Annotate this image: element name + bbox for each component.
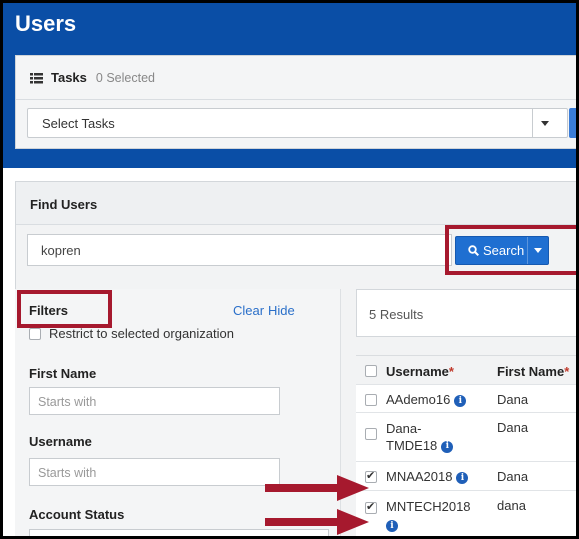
required-mark: * (564, 364, 570, 379)
first-name-input[interactable]: Starts with (29, 387, 280, 415)
table-row[interactable]: MNTECH2018 i dana (356, 492, 576, 536)
first-name-label: First Name (29, 366, 97, 381)
filters-highlight-box (17, 290, 112, 328)
column-header-username-label: Username (386, 364, 449, 379)
column-header-first-name-label: First Name (497, 364, 565, 379)
search-highlight-box (445, 225, 576, 275)
tasks-panel: Tasks 0 Selected Select Tasks (15, 55, 576, 149)
info-icon[interactable]: i (441, 440, 454, 453)
find-users-title: Find Users (16, 182, 576, 225)
column-header-first-name[interactable]: First Name* (497, 364, 569, 379)
arrow-right-icon (265, 509, 369, 535)
chevron-down-icon[interactable] (532, 108, 557, 138)
table-row[interactable]: AAdemo16 i Dana (356, 386, 576, 413)
username-text: Dana- (386, 421, 422, 436)
first-name-cell: Dana (497, 392, 529, 407)
search-input[interactable]: kopren (27, 234, 452, 266)
row-checkbox[interactable] (365, 394, 377, 406)
table-row[interactable]: Dana- TMDE18 i Dana (356, 414, 576, 462)
required-mark: * (448, 364, 454, 379)
info-icon[interactable]: i (456, 471, 469, 484)
tasks-header: Tasks 0 Selected (16, 56, 576, 100)
username-cell[interactable]: MNTECH2018 i (386, 498, 471, 534)
username-cell[interactable]: MNAA2018 i (386, 469, 469, 484)
restrict-org-checkbox[interactable] (29, 327, 41, 340)
hide-filters-link[interactable]: Hide (268, 303, 295, 318)
select-tasks-dropdown[interactable]: Select Tasks (27, 108, 568, 138)
restrict-org-label: Restrict to selected organization (49, 326, 234, 341)
restrict-org-row[interactable]: Restrict to selected organization (29, 326, 234, 341)
tasks-go-button[interactable] (569, 108, 576, 138)
first-name-cell: dana (497, 498, 526, 513)
username-text: MNTECH2018 (386, 499, 471, 514)
info-icon[interactable]: i (386, 519, 398, 532)
tasks-label: Tasks (51, 70, 87, 85)
row-checkbox[interactable] (365, 428, 377, 440)
column-header-username[interactable]: Username* (386, 364, 454, 379)
table-row[interactable]: MNAA2018i Dana (356, 463, 576, 491)
username-text: TMDE18 (386, 438, 438, 453)
first-name-cell: Dana (497, 420, 529, 435)
username-cell[interactable]: Dana- TMDE18 i (386, 420, 454, 454)
username-text: AAdemo16 (386, 392, 451, 407)
results-table: Username* First Name* AAdemo16 i Dana Dan… (356, 355, 576, 536)
username-cell[interactable]: AAdemo16 i (386, 392, 467, 407)
clear-filters-link[interactable]: Clear (233, 303, 264, 318)
arrow-right-icon (265, 475, 369, 501)
task-list-icon (30, 72, 43, 84)
users-page: Users Tasks 0 Selected Select Tasks Find… (0, 0, 579, 539)
tasks-selected-count: 0 Selected (95, 70, 155, 85)
account-status-label: Account Status (29, 507, 125, 522)
info-icon[interactable]: i (454, 394, 467, 407)
username-label: Username (29, 434, 92, 449)
username-input[interactable]: Starts with (29, 458, 280, 486)
username-text: MNAA2018 (386, 469, 453, 484)
select-all-checkbox[interactable] (365, 365, 377, 377)
table-header-row: Username* First Name* (356, 355, 576, 385)
results-count: 5 Results (356, 289, 576, 337)
first-name-cell: Dana (497, 469, 529, 484)
page-title: Users (15, 11, 77, 36)
